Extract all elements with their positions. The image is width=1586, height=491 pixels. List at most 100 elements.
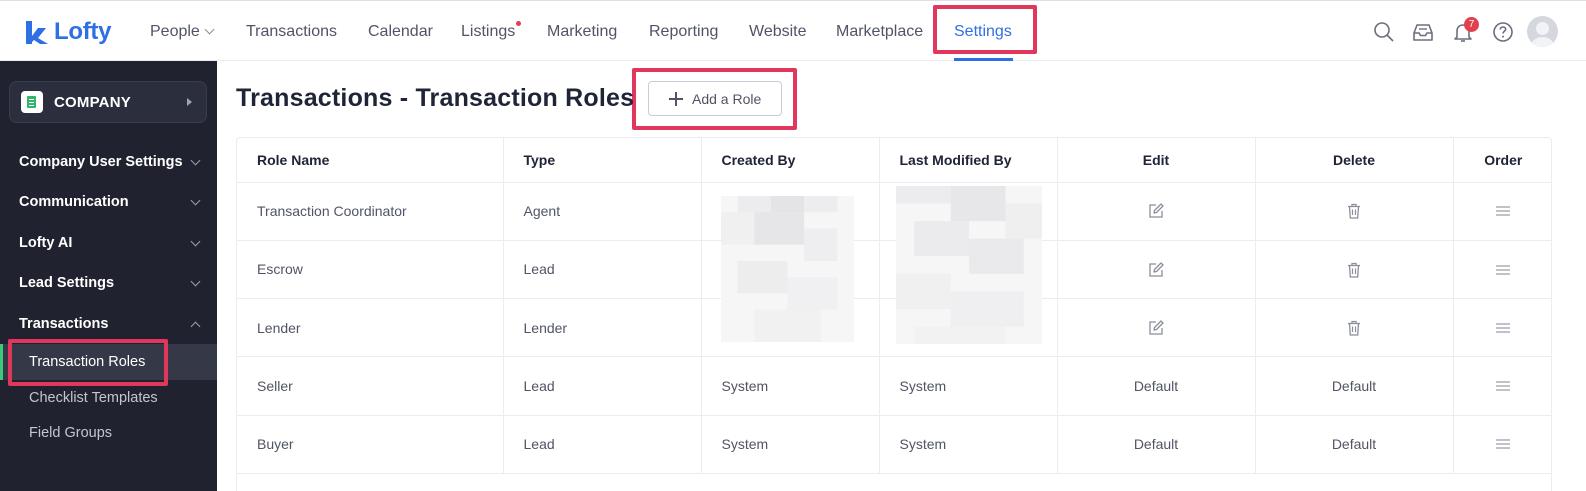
edit-cell[interactable]	[1057, 240, 1256, 300]
chevron-down-icon	[190, 236, 201, 247]
company-switcher[interactable]: COMPANY	[9, 81, 207, 123]
table-row: Buyer Lead System System Default Default	[237, 415, 1551, 474]
drag-handle-icon	[1496, 323, 1511, 333]
edit-icon	[1149, 320, 1164, 335]
delete-cell[interactable]	[1255, 240, 1454, 300]
delete-cell: Default	[1255, 415, 1454, 474]
edit-cell[interactable]	[1057, 298, 1256, 358]
caret-right-icon	[187, 98, 192, 106]
trash-icon	[1348, 320, 1360, 336]
sidebar-section-communication[interactable]: Communication	[19, 194, 201, 210]
lofty-logo[interactable]: Lofty	[24, 17, 111, 47]
section-label: Lead Settings	[19, 275, 115, 291]
nav-transactions[interactable]: Transactions	[246, 23, 337, 41]
redacted-created-by	[721, 196, 854, 342]
trash-icon	[1348, 204, 1360, 219]
header-type: Type	[503, 138, 702, 183]
chevron-up-icon	[190, 321, 201, 332]
order-cell[interactable]	[1453, 415, 1551, 474]
cell-role-name: Lender	[237, 298, 504, 358]
order-cell[interactable]	[1453, 240, 1551, 300]
section-label: Lofty AI	[19, 235, 73, 251]
order-cell[interactable]	[1453, 298, 1551, 358]
sidebar-section-transactions[interactable]: Transactions	[19, 316, 201, 332]
cell-type: Lead	[503, 356, 702, 416]
edit-icon	[1149, 261, 1164, 277]
inbox-icon[interactable]	[1411, 20, 1435, 44]
edit-icon	[1149, 203, 1164, 218]
nav-people-label: People	[150, 23, 200, 40]
drag-handle-icon	[1496, 381, 1511, 391]
nav-marketplace[interactable]: Marketplace	[836, 23, 923, 41]
table-row: Seller Lead System System Default Default	[237, 356, 1551, 416]
sidebar-item-field-groups[interactable]: Field Groups	[29, 425, 112, 441]
section-label: Communication	[19, 194, 129, 210]
trash-icon	[1348, 262, 1360, 278]
chevron-down-icon	[190, 155, 201, 166]
sidebar-section-lofty-ai[interactable]: Lofty AI	[19, 235, 201, 251]
cell-created-by: System	[701, 415, 880, 474]
cell-type: Lender	[503, 298, 702, 358]
search-icon[interactable]	[1372, 20, 1396, 44]
edit-cell: Default	[1057, 415, 1256, 474]
cell-role-name: Escrow	[237, 240, 504, 300]
table-header-row: Role Name Type Created By Last Modified …	[237, 138, 1551, 183]
nav-reporting[interactable]: Reporting	[649, 23, 718, 41]
help-icon[interactable]	[1491, 20, 1515, 44]
lofty-logo-icon	[26, 21, 48, 44]
nav-website[interactable]: Website	[749, 23, 807, 41]
order-cell[interactable]	[1453, 182, 1551, 241]
company-label: COMPANY	[54, 94, 131, 111]
add-role-button[interactable]: Add a Role	[648, 81, 782, 116]
order-cell[interactable]	[1453, 356, 1551, 416]
drag-handle-icon	[1496, 206, 1511, 216]
table-row: Transaction Coordinator Agent	[237, 182, 1551, 241]
sidebar-section-lead-settings[interactable]: Lead Settings	[19, 275, 201, 291]
header-order: Order	[1453, 138, 1551, 183]
header-created-by: Created By	[701, 138, 880, 183]
page-title: Transactions - Transaction Roles	[236, 84, 635, 112]
sidebar-active-indicator	[0, 344, 3, 380]
chevron-down-icon	[190, 276, 201, 287]
redacted-last-modified-by	[896, 186, 1042, 344]
cell-last-modified-by: System	[879, 356, 1058, 416]
cell-type: Agent	[503, 182, 702, 241]
active-tab-underline	[954, 58, 1013, 61]
table-row: Lender Lender	[237, 298, 1551, 358]
cell-type: Lead	[503, 240, 702, 300]
drag-handle-icon	[1496, 439, 1511, 450]
delete-cell: Default	[1255, 356, 1454, 416]
chevron-down-icon	[190, 195, 201, 206]
nav-settings[interactable]: Settings	[954, 23, 1012, 41]
document-icon	[21, 91, 43, 113]
header-last-modified-by: Last Modified By	[879, 138, 1058, 183]
edit-cell: Default	[1057, 356, 1256, 416]
header-role-name: Role Name	[237, 138, 504, 183]
section-label: Company User Settings	[19, 154, 183, 170]
sidebar-item-transaction-roles[interactable]: Transaction Roles	[29, 354, 145, 370]
sidebar-item-checklist-templates[interactable]: Checklist Templates	[29, 390, 158, 406]
cell-role-name: Seller	[237, 356, 504, 416]
delete-cell[interactable]	[1255, 298, 1454, 358]
cell-role-name: Transaction Coordinator	[237, 182, 504, 241]
nav-people[interactable]: People	[150, 23, 215, 41]
cell-last-modified-by: System	[879, 415, 1058, 474]
table-row: Escrow Lead	[237, 240, 1551, 300]
header-edit: Edit	[1057, 138, 1256, 183]
user-avatar[interactable]	[1527, 16, 1558, 47]
nav-listings[interactable]: Listings	[461, 21, 522, 41]
new-indicator-dot	[516, 21, 522, 26]
top-navigation-bar: Lofty People Transactions Calendar Listi…	[0, 0, 1586, 61]
logo-text: Lofty	[54, 18, 112, 45]
nav-calendar[interactable]: Calendar	[368, 23, 433, 41]
sidebar-section-company-user-settings[interactable]: Company User Settings	[19, 154, 201, 170]
cell-role-name: Buyer	[237, 415, 504, 474]
nav-marketing[interactable]: Marketing	[547, 23, 617, 41]
nav-listings-label: Listings	[461, 23, 516, 40]
delete-cell[interactable]	[1255, 182, 1454, 241]
edit-cell[interactable]	[1057, 182, 1256, 241]
notification-count-badge: 7	[1464, 17, 1479, 32]
drag-handle-icon	[1496, 264, 1511, 275]
add-role-label: Add a Role	[692, 91, 762, 107]
section-label: Transactions	[19, 316, 109, 332]
